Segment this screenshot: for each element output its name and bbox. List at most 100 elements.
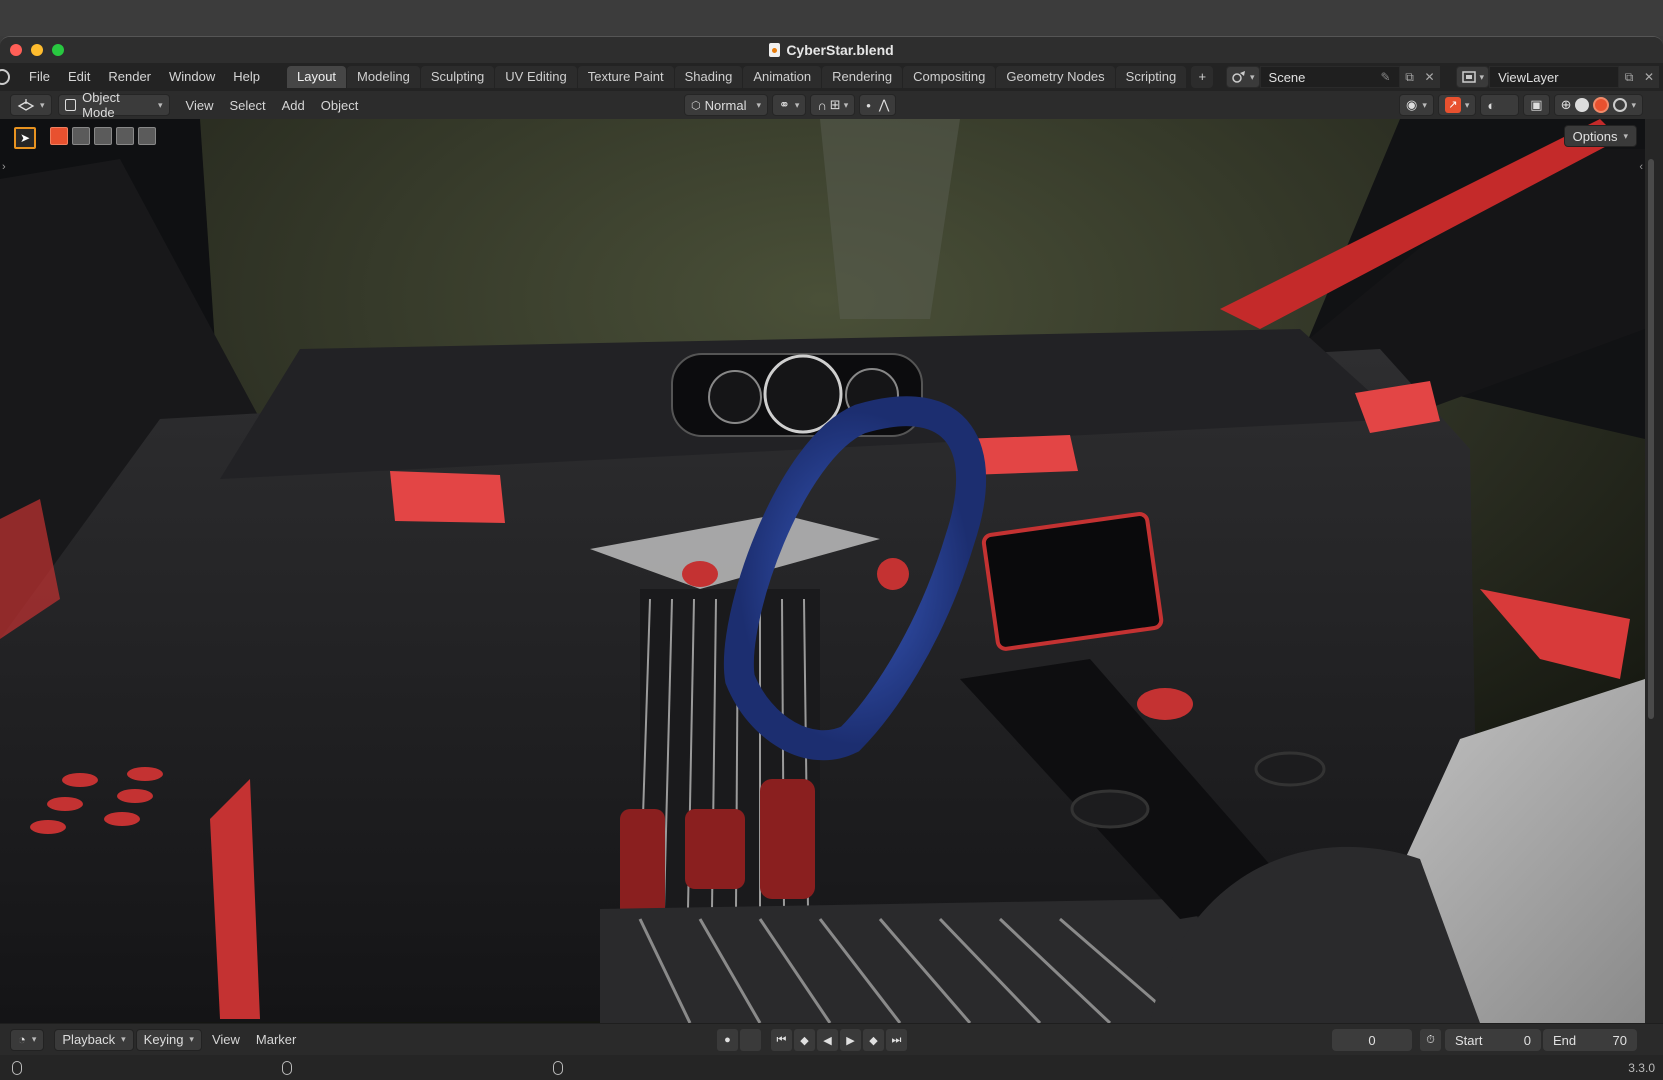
select-new-mode-icon[interactable] (50, 127, 68, 145)
3d-viewport[interactable]: ➤ Options ▾ › ‹ (0, 119, 1645, 1023)
chevron-down-icon: ▾ (121, 1034, 126, 1044)
rendered-shading-icon[interactable] (1613, 98, 1628, 112)
solid-shading-icon[interactable] (1575, 98, 1590, 112)
playback-dropdown[interactable]: Playback ▾ (54, 1028, 134, 1051)
options-label: Options (1572, 128, 1618, 144)
menu-help[interactable]: Help (224, 63, 269, 91)
end-frame-field[interactable]: End 70 (1543, 1029, 1637, 1051)
tab-compositing[interactable]: Compositing (903, 66, 996, 88)
jump-to-next-keyframe-button[interactable]: ◆ (863, 1029, 884, 1051)
menu-edit[interactable]: Edit (59, 63, 99, 91)
jump-to-end-button[interactable]: ⏭ (886, 1029, 907, 1051)
keying-label: Keying (143, 1032, 184, 1047)
select-mode-toolbar: ➤ (14, 127, 156, 149)
delete-scene-button[interactable]: ✕ (1419, 66, 1440, 88)
transform-orientation-dropdown[interactable]: ⬡ Normal ▾ (684, 94, 768, 116)
chevron-down-icon: ▾ (189, 1034, 194, 1044)
menu-add[interactable]: Add (274, 98, 313, 113)
scene-icon (1232, 71, 1245, 83)
sidebar-expand-arrow-icon[interactable]: ‹ (1639, 161, 1643, 173)
select-invert-mode-icon[interactable] (116, 127, 134, 145)
maximize-window-button[interactable] (52, 44, 64, 56)
record-keyframe-button[interactable]: ● (717, 1029, 738, 1051)
scrollbar-thumb[interactable] (1648, 159, 1654, 719)
select-subtract-mode-icon[interactable] (94, 127, 112, 145)
select-intersect-mode-icon[interactable] (138, 127, 156, 145)
chevron-down-icon[interactable]: ▾ (1631, 100, 1636, 111)
options-dropdown[interactable]: Options ▾ (1563, 125, 1637, 147)
visibility-dropdown[interactable]: ◉ ▾ (1399, 94, 1434, 116)
material-preview-shading-icon[interactable] (1593, 97, 1610, 113)
start-frame-label: Start (1455, 1032, 1483, 1048)
play-button[interactable]: ▶ (840, 1029, 861, 1051)
timeline-menu-view[interactable]: View (204, 1032, 248, 1047)
start-frame-field[interactable]: Start 0 (1445, 1029, 1541, 1051)
jump-to-start-button[interactable]: ⏮ (771, 1029, 792, 1051)
minimize-window-button[interactable] (31, 44, 43, 56)
menu-render[interactable]: Render (99, 63, 160, 91)
tab-uv-editing[interactable]: UV Editing (495, 66, 577, 88)
orientation-icon: ⬡ (691, 99, 701, 112)
play-reverse-button[interactable]: ◀ (817, 1029, 838, 1051)
pivot-point-dropdown[interactable]: ⚭ ▾ (772, 94, 807, 116)
clock-icon: ◔ (18, 1032, 26, 1047)
select-extend-mode-icon[interactable] (72, 127, 90, 145)
tab-rendering[interactable]: Rendering (822, 66, 903, 88)
editor-type-button[interactable]: ▾ (10, 94, 52, 116)
toolbar-expand-arrow-icon[interactable]: › (2, 161, 6, 173)
xray-toggle[interactable]: ▣ (1523, 94, 1550, 116)
jump-to-previous-keyframe-button[interactable]: ◆ (794, 1029, 815, 1051)
close-window-button[interactable] (10, 44, 22, 56)
tab-texture-paint[interactable]: Texture Paint (577, 66, 674, 88)
top-bar: File Edit Render Window Help Layout Mode… (0, 63, 1663, 91)
snap-toggle[interactable]: ∩ ⊞ ▾ (810, 94, 856, 116)
delete-view-layer-button[interactable]: ✕ (1639, 66, 1660, 88)
playback-controls: ● ⏮ ◆ ◀ ▶ ◆ ⏭ (717, 1029, 907, 1051)
window-controls (10, 44, 64, 56)
scene-name-field[interactable]: Scene ✎ (1259, 66, 1400, 88)
tab-geometry-nodes[interactable]: Geometry Nodes (996, 66, 1115, 88)
tab-layout[interactable]: Layout (287, 66, 347, 88)
timeline-editor-type-button[interactable]: ◔ ▾ (10, 1028, 45, 1051)
menu-view[interactable]: View (178, 98, 222, 113)
add-workspace-button[interactable]: + (1191, 66, 1214, 88)
tab-sculpting[interactable]: Sculpting (420, 66, 495, 88)
select-tool-icon[interactable]: ➤ (14, 127, 36, 149)
chevron-down-icon: ▾ (794, 99, 800, 110)
keying-dropdown[interactable]: Keying ▾ (135, 1028, 202, 1051)
viewport-scrollbar[interactable] (1645, 119, 1663, 1023)
view-layer-name-field[interactable]: ViewLayer (1489, 66, 1620, 88)
menu-window[interactable]: Window (160, 63, 224, 91)
gizmo-toggle[interactable]: ↗ ▾ (1437, 94, 1477, 116)
chevron-down-icon: ▾ (1422, 99, 1427, 110)
new-view-layer-button[interactable]: ⧉ (1619, 66, 1640, 88)
menu-object[interactable]: Object (313, 98, 367, 113)
view-layer-name-text: ViewLayer (1498, 69, 1559, 85)
chevron-down-icon: ▾ (843, 99, 849, 110)
menu-file[interactable]: File (20, 63, 59, 91)
end-frame-value: 70 (1612, 1032, 1627, 1048)
proportional-edit-toggle[interactable]: • ⋀ (859, 94, 897, 116)
window-title: CyberStar.blend (769, 42, 894, 58)
tab-shading[interactable]: Shading (674, 66, 743, 88)
tab-animation[interactable]: Animation (743, 66, 822, 88)
wireframe-shading-icon[interactable]: ⊕ (1561, 97, 1572, 113)
menu-select[interactable]: Select (221, 98, 273, 113)
new-scene-button[interactable]: ⧉ (1399, 66, 1420, 88)
auto-keying-options-button[interactable] (740, 1029, 761, 1051)
tab-scripting[interactable]: Scripting (1115, 66, 1187, 88)
current-frame-field[interactable]: 0 (1332, 1029, 1412, 1051)
use-preview-range-button[interactable]: ⏱ (1420, 1029, 1441, 1051)
timeline-menu-marker[interactable]: Marker (248, 1032, 304, 1047)
view-layer-browse-button[interactable]: ▾ (1455, 66, 1490, 88)
scene-browse-button[interactable]: ▾ (1226, 66, 1260, 88)
pivot-icon: ⚭ (779, 97, 790, 112)
title-bar: CyberStar.blend (0, 37, 1663, 63)
tab-modeling[interactable]: Modeling (347, 66, 420, 88)
playback-label: Playback (62, 1032, 116, 1047)
blender-logo-icon[interactable] (0, 69, 10, 85)
pin-icon[interactable]: ✎ (1380, 70, 1390, 84)
object-mode-dropdown[interactable]: Object Mode ▾ (57, 90, 170, 120)
xray-icon: ▣ (1530, 97, 1543, 112)
overlays-toggle[interactable]: ◐ (1480, 94, 1520, 116)
